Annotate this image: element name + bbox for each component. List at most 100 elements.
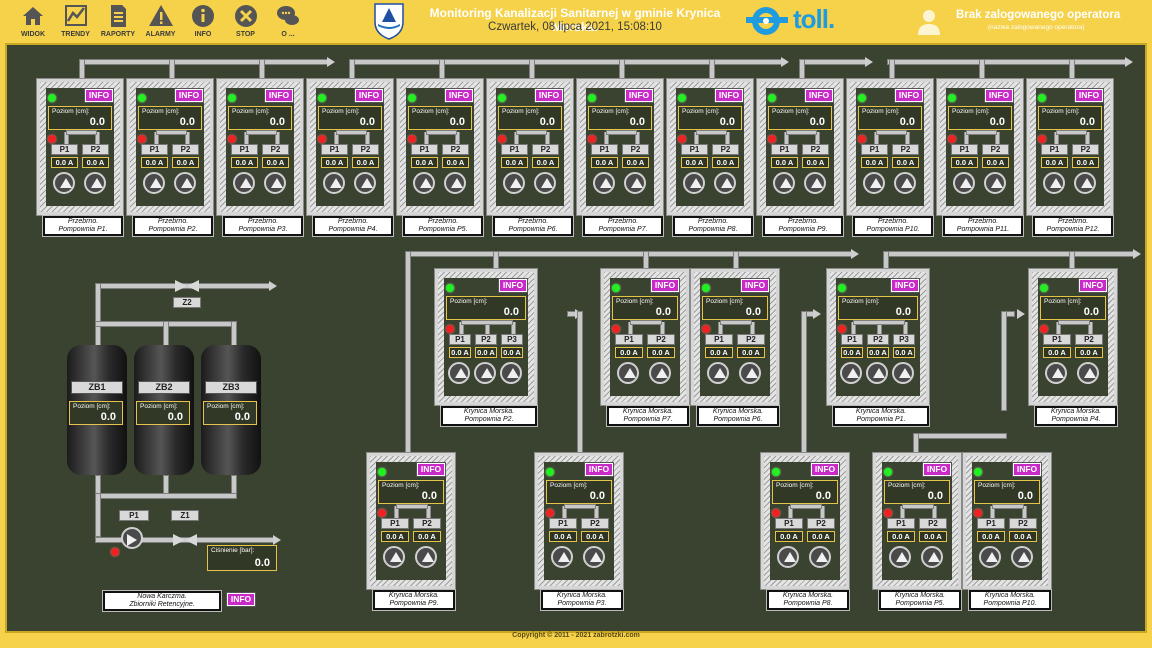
toolbar-button-raporty[interactable]: RAPORTY [98, 3, 138, 41]
info-button[interactable]: INFO [922, 462, 952, 477]
status-ok-indicator [702, 284, 710, 292]
toolbar-button-stop[interactable]: STOP [226, 3, 266, 41]
info-button[interactable]: INFO [354, 88, 384, 103]
pump-1-icon[interactable] [840, 362, 862, 384]
pump-p1-icon[interactable] [121, 527, 143, 549]
pump-current: 0.0 A [867, 347, 889, 358]
info-button[interactable]: INFO [1074, 88, 1104, 103]
station-label: Krynica Morska. Pompownia P9. [372, 589, 456, 611]
station-body: INFO Poziom [cm]: 0.0 P1 0.0 A P2 0.0 A [700, 278, 770, 396]
pump-station-krynica-p6: INFO Poziom [cm]: 0.0 P1 0.0 A P2 0.0 A [690, 268, 780, 406]
pump-2-icon[interactable] [583, 546, 605, 568]
info-button[interactable]: INFO [264, 88, 294, 103]
pump-1-icon[interactable] [232, 172, 255, 194]
info-button[interactable]: INFO [534, 88, 564, 103]
toolbar-button-widok[interactable]: WIDOK [13, 3, 53, 41]
pump-1-icon[interactable] [412, 172, 435, 194]
pump-2-icon[interactable] [739, 362, 761, 384]
footer-copyright: Copyright © 2011 - 2021 zabrotzki.com [512, 632, 640, 639]
level-label: Poziom [cm]: [140, 403, 178, 410]
retention-info-button[interactable]: INFO [226, 592, 256, 607]
info-button[interactable]: INFO [1078, 278, 1108, 293]
pump-2-icon[interactable] [713, 172, 736, 194]
pump-2-icon[interactable] [866, 362, 888, 384]
info-button[interactable]: INFO [174, 88, 204, 103]
info-button[interactable]: INFO [650, 278, 680, 293]
valve-z2-icon[interactable] [175, 280, 199, 292]
pump-1-icon[interactable] [551, 546, 573, 568]
pump-1-icon[interactable] [142, 172, 165, 194]
pump-1-icon[interactable] [979, 546, 1001, 568]
pump-2-icon[interactable] [533, 172, 556, 194]
info-button[interactable]: INFO [498, 278, 528, 293]
pump-1-icon[interactable] [502, 172, 525, 194]
pump-1-icon[interactable] [707, 362, 729, 384]
info-button[interactable]: INFO [810, 462, 840, 477]
info-button[interactable]: INFO [1012, 462, 1042, 477]
alarm-indicator [1038, 135, 1046, 143]
pump-2-icon[interactable] [809, 546, 831, 568]
pipe [79, 59, 331, 65]
pump-1-icon[interactable] [448, 362, 470, 384]
pump-3-icon[interactable] [892, 362, 914, 384]
pump-1-icon[interactable] [1045, 362, 1067, 384]
pump-1-icon[interactable] [777, 546, 799, 568]
pump-2-icon[interactable] [921, 546, 943, 568]
pump-2-icon[interactable] [983, 172, 1006, 194]
toolbar-button-alarmy[interactable]: ALARMY [141, 3, 181, 41]
info-button[interactable]: INFO [804, 88, 834, 103]
pump-2-icon[interactable] [649, 362, 671, 384]
flow-arrow-icon [1125, 57, 1133, 67]
pump-2-icon[interactable] [1011, 546, 1033, 568]
pump-2-icon[interactable] [83, 172, 106, 194]
pump-2-icon[interactable] [353, 172, 376, 194]
toolbar-button-o[interactable]: O ... [268, 3, 308, 41]
pump-2-icon[interactable] [263, 172, 286, 194]
station-label-line1: Przebrno. [427, 218, 459, 225]
level-label: Poziom [cm]: [232, 108, 270, 115]
info-button[interactable]: INFO [894, 88, 924, 103]
pump-3-icon[interactable] [500, 362, 522, 384]
pump-2-icon[interactable] [623, 172, 646, 194]
pump-1-icon[interactable] [322, 172, 345, 194]
pump-1-icon[interactable] [889, 546, 911, 568]
login-area[interactable]: Brak zalogowanego operatora (nazwa zalog… [910, 6, 1140, 38]
pump-2-icon[interactable] [173, 172, 196, 194]
station-label: Krynica Morska. Pompownia P3. [540, 589, 624, 611]
info-button[interactable]: INFO [444, 88, 474, 103]
pump-2-icon[interactable] [1077, 362, 1099, 384]
info-button[interactable]: INFO [584, 462, 614, 477]
pump-2-icon[interactable] [1073, 172, 1096, 194]
toolbar-button-info[interactable]: INFO [183, 3, 223, 41]
info-button[interactable]: INFO [740, 278, 770, 293]
pump-label: P1 [1043, 334, 1071, 345]
pump-1-icon[interactable] [682, 172, 705, 194]
info-button[interactable]: INFO [890, 278, 920, 293]
pump-2-icon[interactable] [474, 362, 496, 384]
pump-2-icon[interactable] [415, 546, 437, 568]
pump-1-icon[interactable] [862, 172, 885, 194]
pump-1-icon[interactable] [383, 546, 405, 568]
status-ok-indicator [772, 468, 780, 476]
pump-1-icon[interactable] [617, 362, 639, 384]
toolbar-button-trendy[interactable]: TRENDY [56, 3, 96, 41]
alarm-indicator [378, 509, 386, 517]
info-button[interactable]: INFO [84, 88, 114, 103]
level-value: 0.0 [1017, 490, 1033, 502]
pump-2-icon[interactable] [443, 172, 466, 194]
pump-1-icon[interactable] [952, 172, 975, 194]
info-button[interactable]: INFO [416, 462, 446, 477]
info-button[interactable]: INFO [714, 88, 744, 103]
station-label: Przebrno. Pompownia P3. [222, 215, 304, 237]
valve-z1-icon[interactable] [173, 534, 197, 546]
pump-1-icon[interactable] [1042, 172, 1065, 194]
pump-2-icon[interactable] [893, 172, 916, 194]
pump-1-icon[interactable] [52, 172, 75, 194]
station-label-line2: Pompownia P9. [389, 600, 439, 607]
info-button[interactable]: INFO [624, 88, 654, 103]
pump-1-icon[interactable] [592, 172, 615, 194]
pump-2-icon[interactable] [803, 172, 826, 194]
info-button[interactable]: INFO [984, 88, 1014, 103]
pump-1-icon[interactable] [772, 172, 795, 194]
station-label-line2: Pompownia P1. [856, 416, 906, 423]
